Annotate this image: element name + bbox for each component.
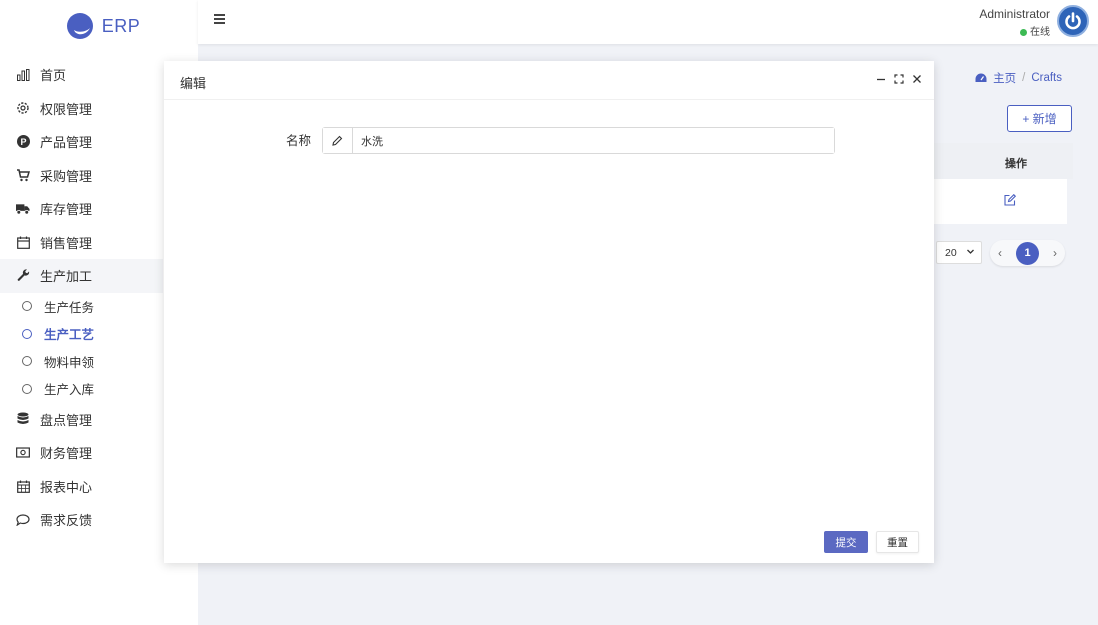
breadcrumb-home[interactable]: 主页 xyxy=(993,70,1016,86)
power-icon xyxy=(1065,12,1081,30)
sidebar-item-label: 报表中心 xyxy=(40,479,93,495)
calendar-icon xyxy=(16,235,30,249)
name-input-group xyxy=(322,127,835,154)
sidebar-item-label: 产品管理 xyxy=(40,135,93,151)
username: Administrator xyxy=(979,7,1050,21)
name-input[interactable] xyxy=(353,128,834,153)
sidebar-subitem-label: 生产入库 xyxy=(44,383,95,398)
maximize-icon[interactable] xyxy=(894,72,904,86)
logo-icon xyxy=(66,13,93,39)
dialog-tools xyxy=(876,72,922,86)
top-bar: Administrator 在线 xyxy=(198,0,1098,44)
table-row xyxy=(934,179,1067,224)
current-page[interactable]: 1 xyxy=(1016,241,1039,265)
sidebar-item-label: 盘点管理 xyxy=(40,412,93,428)
wrench-icon xyxy=(16,269,30,283)
circle-icon xyxy=(22,383,32,394)
sidebar-item-label: 生产加工 xyxy=(40,269,93,285)
circle-icon xyxy=(22,301,32,312)
sidebar-item-label: 首页 xyxy=(40,68,67,84)
cart-icon xyxy=(16,168,30,182)
bar-chart-icon xyxy=(16,68,30,82)
circle-icon xyxy=(22,328,32,339)
database-icon xyxy=(16,412,30,426)
edit-icon[interactable] xyxy=(1004,193,1017,209)
close-icon[interactable] xyxy=(912,72,922,86)
sidebar-item-label: 采购管理 xyxy=(40,168,93,184)
sidebar-item-label: 销售管理 xyxy=(40,235,93,251)
sidebar-subitem-label: 生产工艺 xyxy=(44,328,95,343)
menu-toggle-icon[interactable] xyxy=(214,14,225,24)
dashboard-icon xyxy=(975,73,987,82)
pencil-icon xyxy=(323,128,353,153)
truck-icon xyxy=(16,202,30,216)
sidebar-subitem-label: 生产任务 xyxy=(44,300,95,315)
reset-button[interactable]: 重置 xyxy=(876,531,919,553)
money-icon xyxy=(16,446,30,460)
logo[interactable]: ERP xyxy=(0,0,198,52)
submit-button[interactable]: 提交 xyxy=(824,531,868,553)
gear-icon xyxy=(16,101,30,115)
sidebar-item-label: 需求反馈 xyxy=(40,513,93,529)
next-page-icon[interactable]: › xyxy=(1053,246,1057,260)
sidebar-subitem-label: 物料申领 xyxy=(44,355,95,370)
logout-button[interactable] xyxy=(1057,5,1089,37)
user-info[interactable]: Administrator 在线 xyxy=(979,7,1050,38)
sidebar-item-label: 权限管理 xyxy=(40,101,93,117)
action-column-header: 操作 xyxy=(1005,158,1027,170)
add-button[interactable]: + 新增 xyxy=(1007,105,1072,132)
minimize-icon[interactable] xyxy=(876,72,886,86)
prev-page-icon[interactable]: ‹ xyxy=(998,246,1002,260)
logo-text: ERP xyxy=(101,15,141,36)
online-status: 在线 xyxy=(979,23,1050,38)
breadcrumb: 主页 / Crafts xyxy=(975,70,1062,86)
dialog-title: 编辑 xyxy=(180,76,207,91)
table-header: 操作 xyxy=(934,143,1073,179)
status-dot xyxy=(1020,28,1027,36)
p-circle-icon: P xyxy=(16,135,30,149)
name-label: 名称 xyxy=(286,134,312,148)
sidebar-item-production[interactable]: 生产加工 xyxy=(0,259,163,293)
svg-text:P: P xyxy=(20,137,26,147)
edit-dialog: 编辑 名称 提交 重置 xyxy=(164,61,934,563)
comment-icon xyxy=(16,513,30,527)
breadcrumb-current: Crafts xyxy=(1031,72,1062,84)
chevron-down-icon xyxy=(967,249,974,254)
circle-icon xyxy=(22,356,32,367)
sidebar-item-label: 库存管理 xyxy=(40,202,93,218)
page-size-select[interactable]: 20 xyxy=(936,241,982,264)
calendar-grid-icon xyxy=(16,479,30,493)
sidebar-item-label: 财务管理 xyxy=(40,446,93,462)
dialog-header: 编辑 xyxy=(164,61,934,100)
pagination: ‹ 1 › xyxy=(990,240,1065,266)
